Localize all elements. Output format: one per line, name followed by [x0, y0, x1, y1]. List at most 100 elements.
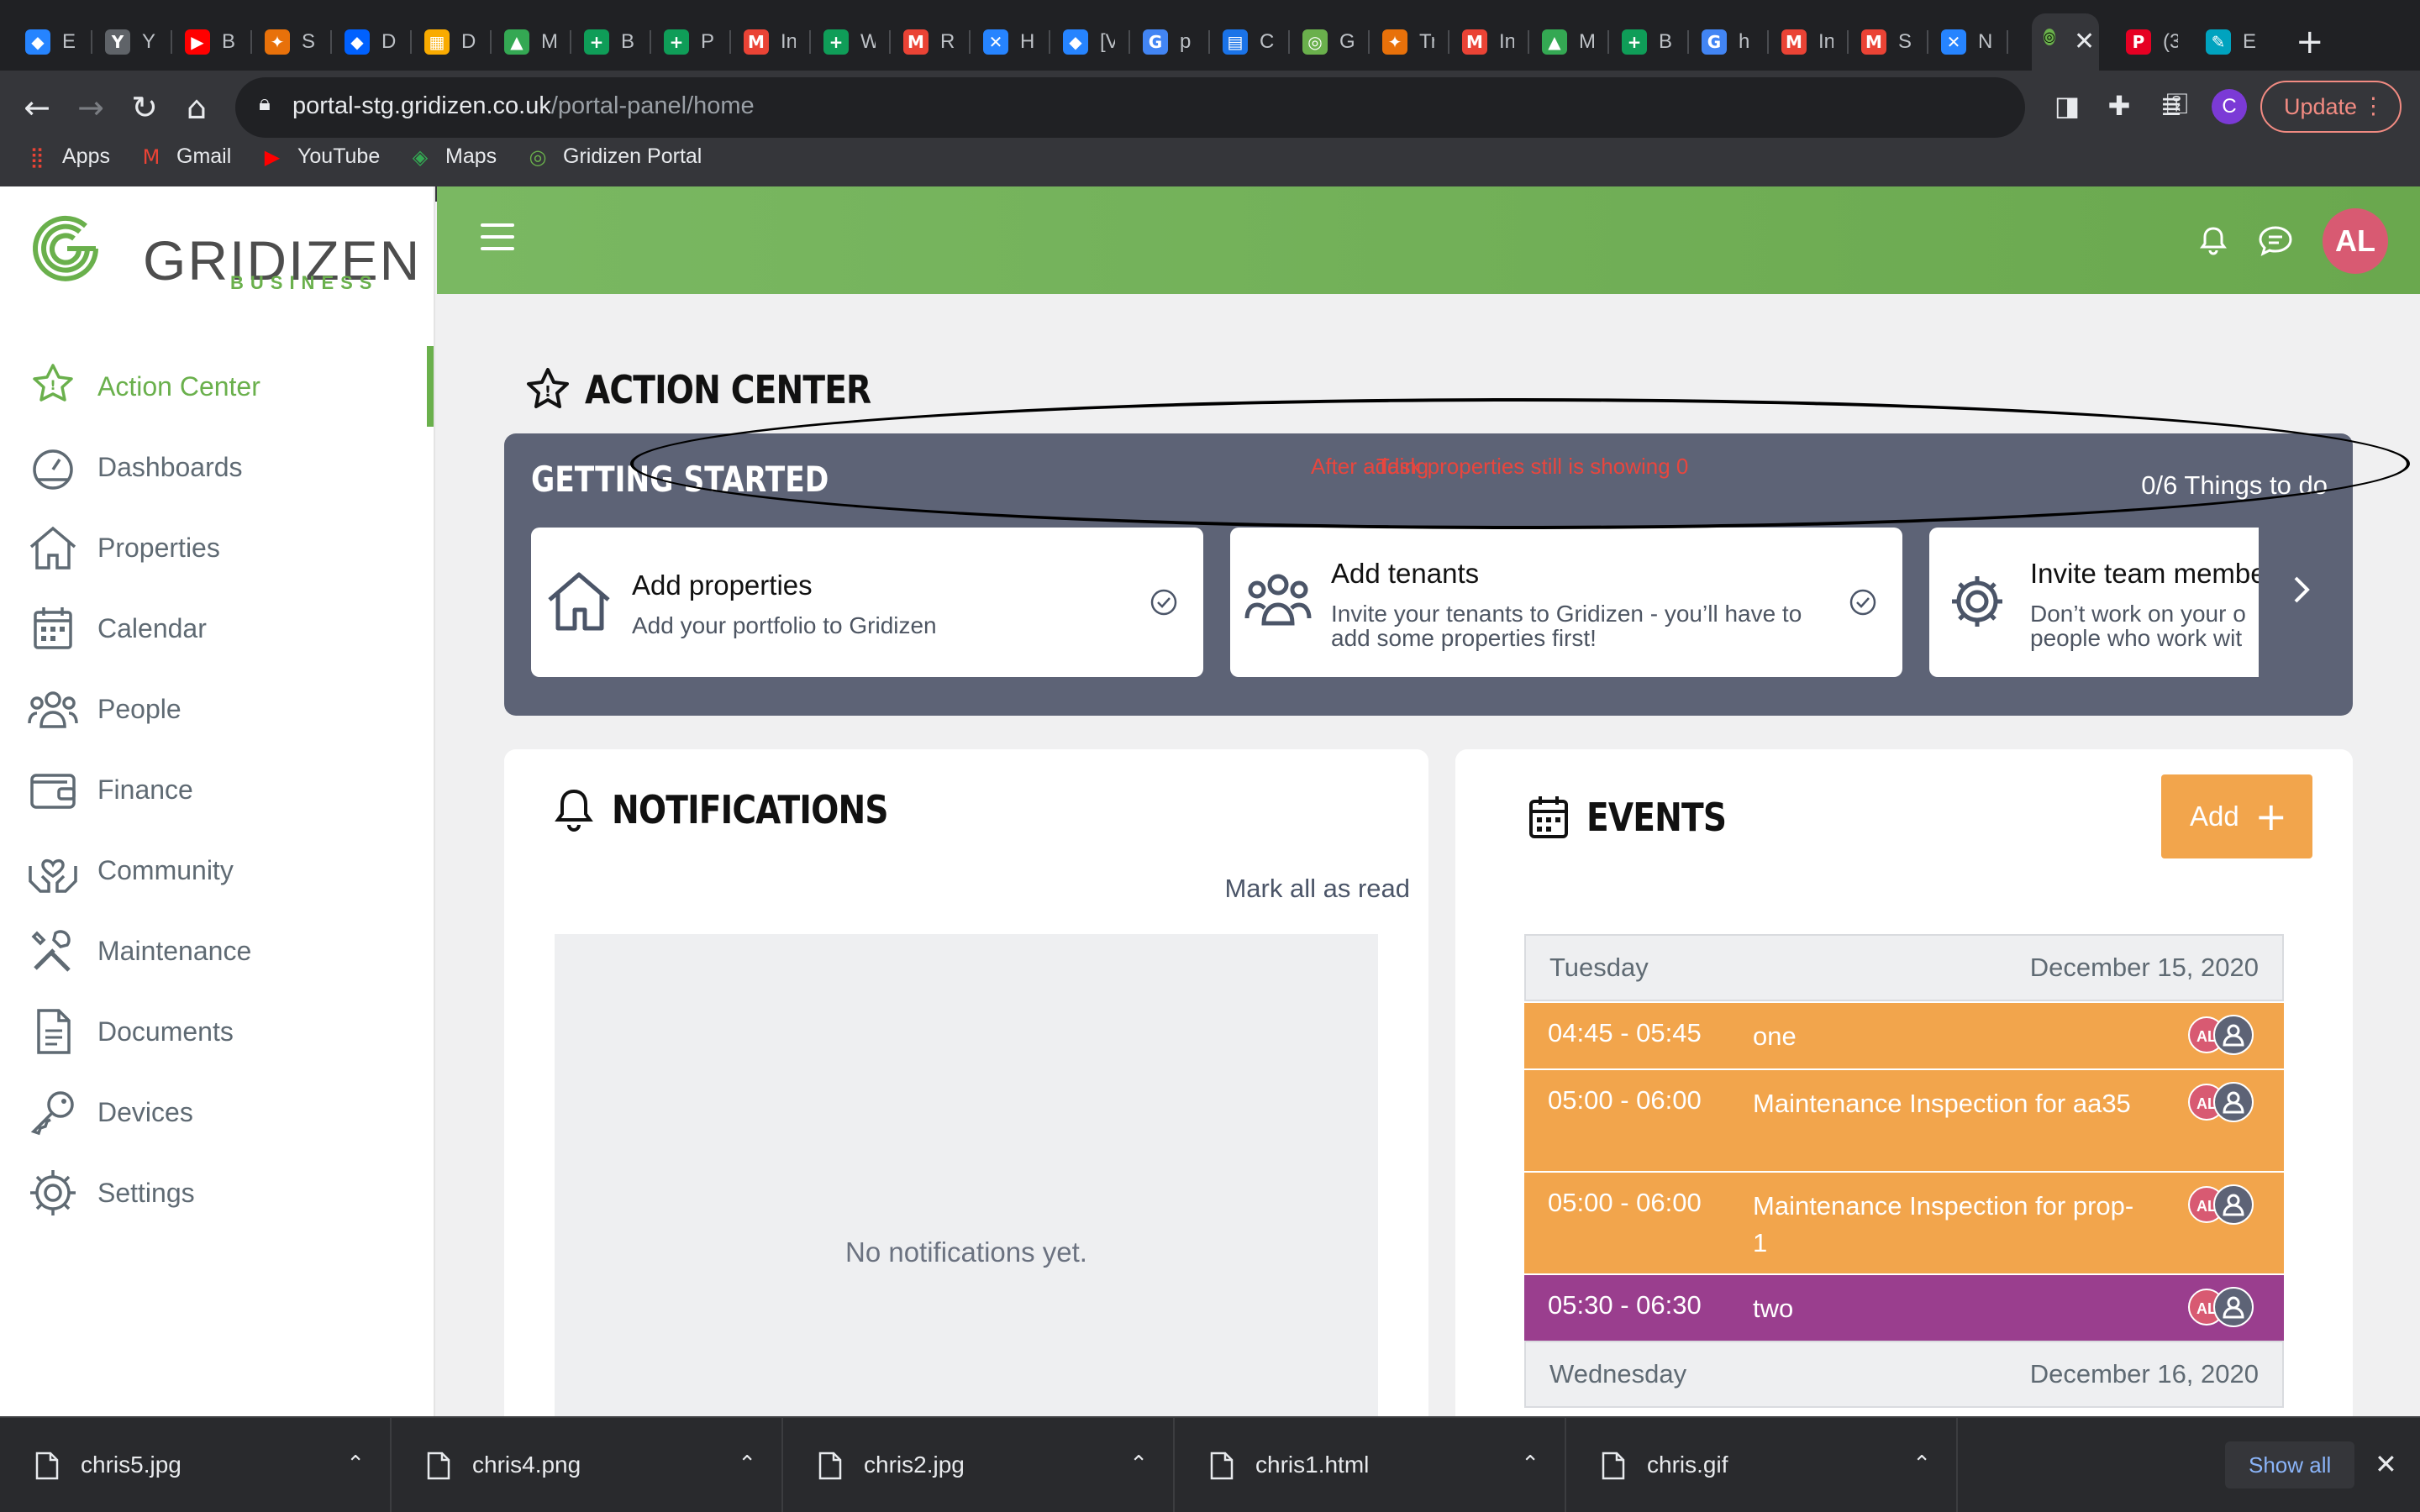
show-all-downloads-button[interactable]: Show all: [2225, 1441, 2355, 1488]
tab-title: D: [461, 30, 476, 53]
browser-tab[interactable]: Gh: [1702, 15, 1754, 69]
mark-all-read-link[interactable]: Mark all as read: [1224, 874, 1410, 904]
back-arrow-icon[interactable]: ←: [13, 84, 60, 131]
browser-tab[interactable]: ◆ D: [345, 15, 397, 69]
reload-icon[interactable]: ↻: [121, 84, 168, 131]
bookmark-gridizen-portal[interactable]: ◎ Gridizen Portal: [526, 144, 702, 169]
sidebar-item-people[interactable]: People: [0, 669, 435, 749]
browser-tab[interactable]: YY: [105, 15, 157, 69]
sidebar-item-finance[interactable]: Finance: [0, 749, 435, 830]
event-item[interactable]: 05:00 - 06:00 Maintenance Inspection for …: [1524, 1068, 2284, 1171]
sidebar-item-label: Properties: [97, 532, 220, 563]
sheets-icon: +: [1622, 29, 1647, 55]
puzzle-extensions-icon[interactable]: ✚: [2102, 89, 2136, 123]
browser-profile-avatar[interactable]: C: [2212, 89, 2247, 124]
browser-tab[interactable]: + B: [1622, 15, 1674, 69]
sidebar-item-devices[interactable]: Devices: [0, 1072, 435, 1152]
home-icon[interactable]: ⌂: [173, 84, 220, 131]
browser-tab[interactable]: ✦ Tr: [1382, 15, 1434, 69]
browser-tab[interactable]: ▲ M: [504, 15, 556, 69]
browser-tab[interactable]: + P: [664, 15, 716, 69]
sidebar-item-action-center[interactable]: ! Action Center: [0, 346, 435, 427]
browser-tab[interactable]: ◆ E: [25, 15, 77, 69]
sidebar-item-maintenance[interactable]: Maintenance: [0, 911, 435, 991]
card-add-properties[interactable]: Add properties Add your portfolio to Gri…: [531, 528, 1203, 677]
browser-tab[interactable]: P (3: [2126, 15, 2178, 69]
card-invite-team[interactable]: Invite team membe Don’t work on your o p…: [1929, 528, 2259, 677]
browser-tab[interactable]: ▲ M: [1542, 15, 1594, 69]
lock-icon[interactable]: 🔒︎: [259, 91, 271, 117]
download-item[interactable]: chris5.jpg ⌃: [0, 1418, 392, 1512]
event-item[interactable]: 05:30 - 06:30 two AL: [1524, 1273, 2284, 1341]
notifications-bell-icon[interactable]: [2196, 223, 2230, 257]
close-downloads-icon[interactable]: ✕: [2375, 1448, 2397, 1480]
download-filename: chris5.jpg: [81, 1452, 182, 1478]
new-tab-button[interactable]: +: [2296, 20, 2324, 64]
chevron-up-icon[interactable]: ⌃: [1129, 1452, 1148, 1477]
sidebar-item-dashboards[interactable]: Dashboards: [0, 427, 435, 507]
sidebar-item-label: Documents: [97, 1016, 234, 1047]
browser-tab[interactable]: ◎ G: [1302, 15, 1355, 69]
menu-toggle-icon[interactable]: [481, 223, 514, 257]
sidebar-item-properties[interactable]: Properties: [0, 507, 435, 588]
extension-icon[interactable]: ◨: [2050, 89, 2084, 123]
user-avatar[interactable]: AL: [2323, 208, 2388, 274]
browser-tab[interactable]: ◆ [V: [1063, 15, 1115, 69]
browser-tab[interactable]: ✕ N: [1941, 15, 1993, 69]
browser-tab[interactable]: ▦ D: [424, 15, 476, 69]
tab-separator: [1528, 30, 1529, 54]
close-tab-icon[interactable]: ✕: [2074, 27, 2095, 56]
more-vert-icon[interactable]: ⋮: [2362, 82, 2385, 131]
bookmark-gmail[interactable]: M Gmail: [139, 144, 232, 169]
page-title: ! ACTION CENTER: [524, 366, 921, 413]
browser-tab[interactable]: ▤ C: [1223, 15, 1275, 69]
house-icon: [29, 526, 76, 570]
sidebar-item-documents[interactable]: Documents: [0, 991, 435, 1072]
browser-tab[interactable]: ✦ S: [265, 15, 317, 69]
download-item[interactable]: chris.gif ⌃: [1566, 1418, 1958, 1512]
chat-bubble-icon[interactable]: [2257, 223, 2294, 257]
card-add-tenants[interactable]: Add tenants Invite your tenants to Gridi…: [1230, 528, 1902, 677]
bookmark-apps[interactable]: ⣿ Apps: [25, 144, 110, 169]
gmail-icon: M: [744, 29, 769, 55]
media-queue-icon[interactable]: ≣: [2154, 89, 2188, 123]
browser-tab[interactable]: ▶ B: [185, 15, 237, 69]
browser-tab[interactable]: Gp: [1143, 15, 1195, 69]
notifications-panel: NOTIFICATIONS Mark all as read No notifi…: [504, 749, 1428, 1438]
browser-tab[interactable]: M In: [1462, 15, 1514, 69]
youtube-icon: ▶: [264, 144, 281, 169]
browser-tab[interactable]: + B: [584, 15, 636, 69]
browser-tab[interactable]: MS: [1861, 15, 1913, 69]
sidebar-item-calendar[interactable]: Calendar: [0, 588, 435, 669]
url-text[interactable]: portal-stg.gridizen.co.uk/portal-panel/h…: [292, 92, 755, 120]
chevron-right-icon[interactable]: [2289, 573, 2314, 606]
event-item[interactable]: 04:45 - 05:45 one AL: [1524, 1001, 2284, 1068]
browser-tab[interactable]: M In: [744, 15, 796, 69]
gridizen-logo[interactable]: GRIDIZEN BUSINESS: [25, 198, 419, 293]
sidebar-item-community[interactable]: Community: [0, 830, 435, 911]
browser-tab[interactable]: M In: [1781, 15, 1833, 69]
action-center-icon: !: [33, 364, 73, 402]
browser-tab[interactable]: ✎ E: [2206, 15, 2258, 69]
browser-tab[interactable]: + W: [823, 15, 876, 69]
forward-arrow-icon[interactable]: →: [67, 84, 114, 131]
browser-tab[interactable]: ✕ H: [983, 15, 1035, 69]
chevron-up-icon[interactable]: ⌃: [738, 1452, 756, 1477]
bookmark-youtube[interactable]: ▶ YouTube: [260, 144, 380, 169]
download-item[interactable]: chris1.html ⌃: [1175, 1418, 1566, 1512]
calendar-icon: [1529, 796, 1568, 838]
gmail-icon: M: [1861, 29, 1886, 55]
chevron-up-icon[interactable]: ⌃: [1521, 1452, 1539, 1477]
event-item[interactable]: 05:00 - 06:00 Maintenance Inspection for …: [1524, 1171, 2284, 1273]
download-item[interactable]: chris4.png ⌃: [392, 1418, 783, 1512]
browser-update-button[interactable]: Update ⋮: [2260, 81, 2402, 133]
bookmark-maps[interactable]: ◈ Maps: [408, 144, 497, 169]
add-event-button[interactable]: Add +: [2161, 774, 2312, 858]
download-item[interactable]: chris2.jpg ⌃: [783, 1418, 1175, 1512]
chevron-up-icon[interactable]: ⌃: [346, 1452, 365, 1477]
chevron-up-icon[interactable]: ⌃: [1912, 1452, 1931, 1477]
browser-tab[interactable]: MR: [903, 15, 955, 69]
gridizen-icon: ◎: [2044, 29, 2055, 45]
address-bar[interactable]: 🔒︎ portal-stg.gridizen.co.uk/portal-pane…: [235, 77, 2244, 138]
sidebar-item-settings[interactable]: Settings: [0, 1152, 435, 1233]
